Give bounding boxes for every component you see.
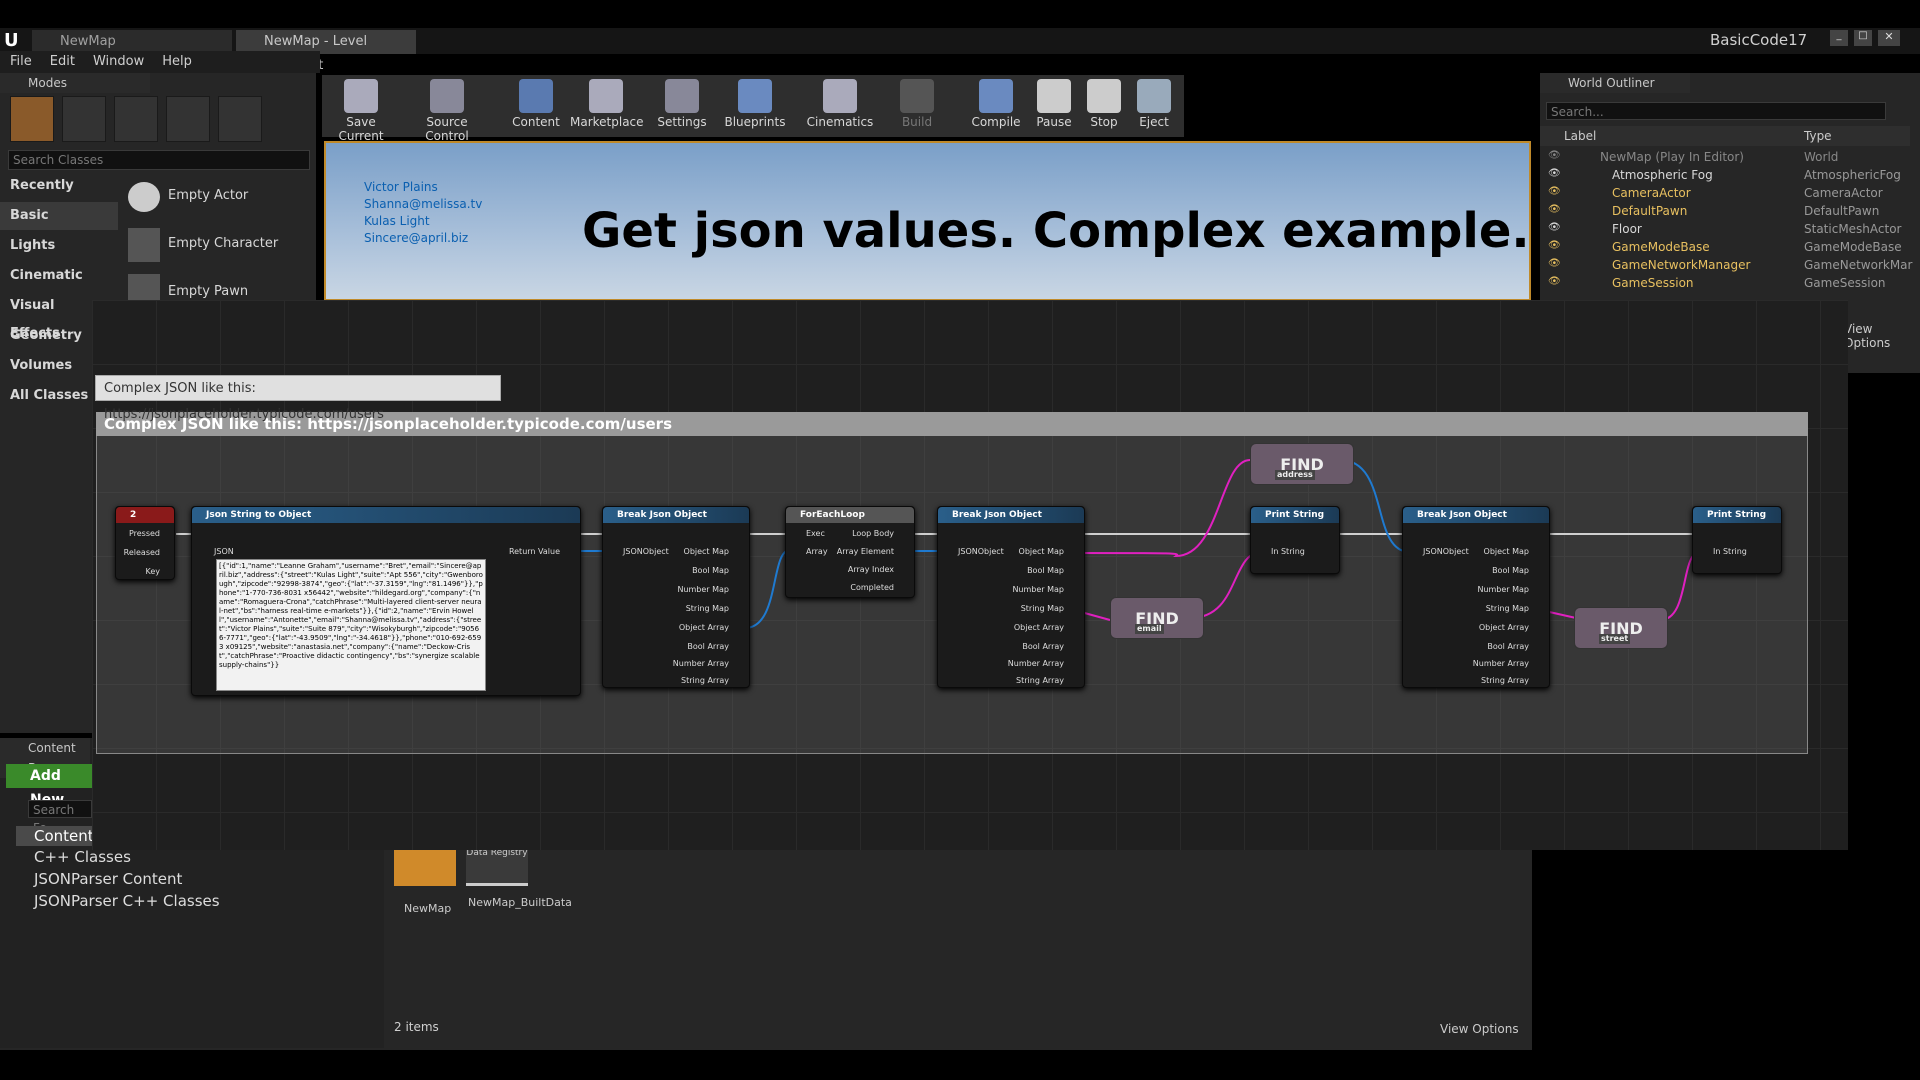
pin-bool-map[interactable]: Bool Map: [1492, 566, 1529, 575]
foreach-loop-node[interactable]: ForEachLoop Exec Array Loop Body Array E…: [785, 506, 915, 598]
pin-string-array[interactable]: String Array: [1481, 676, 1529, 685]
pin-in-string[interactable]: In String: [1713, 547, 1747, 556]
print-string-node-1[interactable]: Print String In String: [1250, 506, 1340, 574]
pin-bool-map[interactable]: Bool Map: [692, 566, 729, 575]
break-json-object-node-3[interactable]: Break Json Object JSONObject Object Map …: [1402, 506, 1550, 688]
json-string-to-object-node[interactable]: Json String to Object JSON Return Value …: [191, 506, 581, 696]
pin-string-array[interactable]: String Array: [1016, 676, 1064, 685]
node-title: 2: [116, 507, 174, 523]
find-key-field[interactable]: email: [1135, 624, 1164, 634]
find-node-email[interactable]: FIND email: [1110, 597, 1204, 639]
pin-string-map[interactable]: String Map: [1486, 604, 1529, 613]
pin-jsonobject[interactable]: JSONObject: [623, 547, 669, 556]
node-title: Break Json Object: [603, 507, 749, 523]
find-node-street[interactable]: FIND street: [1574, 607, 1668, 649]
pin-bool-array[interactable]: Bool Array: [1022, 642, 1064, 651]
pin-string-map[interactable]: String Map: [686, 604, 729, 613]
pin-string-array[interactable]: String Array: [681, 676, 729, 685]
pin-in-string[interactable]: In String: [1271, 547, 1305, 556]
break-json-object-node-1[interactable]: Break Json Object JSONObject Object Map …: [602, 506, 750, 688]
node-title: ForEachLoop: [786, 507, 914, 523]
pin-bool-array[interactable]: Bool Array: [1487, 642, 1529, 651]
pin-pressed[interactable]: Pressed: [129, 529, 160, 538]
pin-loop-body[interactable]: Loop Body: [852, 529, 894, 538]
pin-string-map[interactable]: String Map: [1021, 604, 1064, 613]
pin-released[interactable]: Released: [124, 548, 160, 557]
pin-array-element[interactable]: Array Element: [837, 547, 894, 556]
node-title: Json String to Object: [192, 507, 580, 523]
key-event-node[interactable]: 2 Pressed Released Key: [115, 506, 175, 580]
pin-completed[interactable]: Completed: [850, 583, 894, 592]
pin-object-array[interactable]: Object Array: [679, 623, 729, 632]
node-title: Print String: [1693, 507, 1781, 523]
node-title: Break Json Object: [938, 507, 1084, 523]
pin-key[interactable]: Key: [145, 567, 160, 576]
find-node-address[interactable]: FIND address: [1250, 443, 1354, 485]
pin-exec[interactable]: Exec: [806, 529, 825, 538]
find-key-field[interactable]: street: [1599, 634, 1631, 644]
json-text-field[interactable]: [{"id":1,"name":"Leanne Graham","usernam…: [216, 559, 486, 691]
pin-json[interactable]: JSON: [214, 547, 234, 556]
pin-jsonobject[interactable]: JSONObject: [1423, 547, 1469, 556]
pin-number-array[interactable]: Number Array: [673, 659, 729, 668]
node-title: Print String: [1251, 507, 1339, 523]
pin-number-map[interactable]: Number Map: [1477, 585, 1529, 594]
pin-object-map[interactable]: Object Map: [1484, 547, 1529, 556]
pin-object-array[interactable]: Object Array: [1014, 623, 1064, 632]
pin-number-array[interactable]: Number Array: [1473, 659, 1529, 668]
pin-number-map[interactable]: Number Map: [1012, 585, 1064, 594]
break-json-object-node-2[interactable]: Break Json Object JSONObject Object Map …: [937, 506, 1085, 688]
pin-bool-array[interactable]: Bool Array: [687, 642, 729, 651]
pin-number-array[interactable]: Number Array: [1008, 659, 1064, 668]
pin-object-array[interactable]: Object Array: [1479, 623, 1529, 632]
node-title: Break Json Object: [1403, 507, 1549, 523]
pin-array-index[interactable]: Array Index: [848, 565, 894, 574]
print-string-node-2[interactable]: Print String In String: [1692, 506, 1782, 574]
pin-object-map[interactable]: Object Map: [1019, 547, 1064, 556]
pin-object-map[interactable]: Object Map: [684, 547, 729, 556]
pin-jsonobject[interactable]: JSONObject: [958, 547, 1004, 556]
pin-return-value[interactable]: Return Value: [509, 547, 560, 556]
find-key-field[interactable]: address: [1275, 470, 1315, 480]
unreal-editor: U NewMap NewMap - Level Blueprint BasicC…: [0, 0, 1920, 1080]
pin-array[interactable]: Array: [806, 547, 828, 556]
pin-number-map[interactable]: Number Map: [677, 585, 729, 594]
pin-bool-map[interactable]: Bool Map: [1027, 566, 1064, 575]
